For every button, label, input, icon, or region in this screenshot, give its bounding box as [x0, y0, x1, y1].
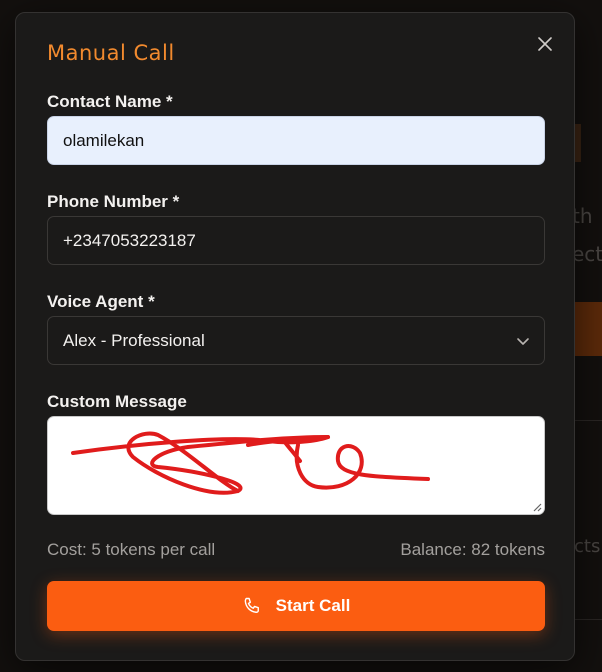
manual-call-modal: Manual Call Contact Name * olamilekan Ph… [15, 12, 575, 661]
contact-name-label: Contact Name * [47, 92, 173, 111]
modal-title: Manual Call [47, 41, 175, 65]
cost-text: Cost: 5 tokens per call [47, 540, 216, 559]
close-button[interactable] [534, 33, 556, 55]
custom-message-label: Custom Message [47, 392, 187, 411]
background-text-fragment: ect [572, 242, 602, 266]
contact-name-value: olamilekan [63, 130, 145, 150]
phone-number-value: +2347053223187 [63, 230, 196, 250]
phone-number-label: Phone Number * [47, 192, 180, 211]
phone-number-input[interactable]: +2347053223187 [47, 216, 545, 265]
phone-icon [244, 597, 259, 613]
close-icon [538, 37, 552, 51]
resize-handle-icon[interactable] [532, 502, 542, 512]
voice-agent-select[interactable]: Alex - Professional [47, 316, 545, 365]
background-text-fragment: th [572, 204, 593, 228]
custom-message-textarea[interactable] [47, 416, 545, 515]
handwritten-scribble [71, 431, 430, 495]
background-text-fragment: cts [574, 536, 601, 557]
start-call-label: Start Call [275, 596, 351, 615]
voice-agent-selected: Alex - Professional [63, 330, 205, 350]
cost-balance-row: Cost: 5 tokens per call Balance: 82 toke… [47, 540, 545, 560]
contact-name-input[interactable]: olamilekan [47, 116, 545, 165]
chevron-down-icon [517, 338, 529, 345]
balance-text: Balance: 82 tokens [400, 540, 545, 559]
voice-agent-label: Voice Agent * [47, 292, 155, 311]
start-call-button[interactable]: Start Call [47, 581, 545, 631]
